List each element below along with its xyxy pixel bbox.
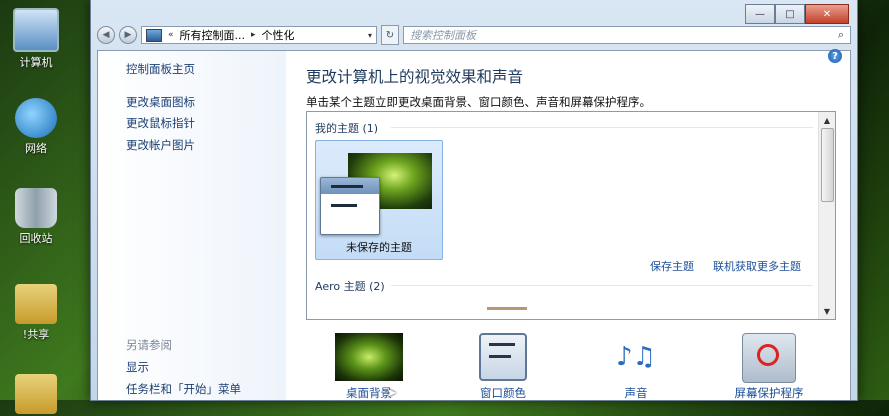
aero-theme-thumbnail-peek bbox=[487, 307, 527, 310]
folder-shortcut-icon bbox=[15, 284, 57, 324]
recycle-bin-icon bbox=[15, 188, 57, 228]
search-placeholder: 搜索控制面板 bbox=[410, 29, 476, 42]
my-themes-group-label: 我的主题 (1) bbox=[315, 122, 379, 135]
change-mouse-pointers-link[interactable]: 更改鼠标指针 bbox=[126, 115, 195, 131]
sound-notes-icon: ♪♫ bbox=[616, 342, 656, 372]
breadcrumb-overflow[interactable]: « bbox=[168, 30, 174, 40]
desktop-icon-label: !共享 bbox=[22, 328, 50, 341]
search-input[interactable]: 搜索控制面板 ⌕ bbox=[403, 26, 851, 44]
theme-list-scrollbar[interactable]: ▲ ▼ bbox=[818, 112, 835, 319]
mouse-cursor-icon: ➤ bbox=[386, 386, 397, 401]
change-account-picture-link[interactable]: 更改帐户图片 bbox=[126, 137, 195, 153]
control-panel-home-link[interactable]: 控制面板主页 bbox=[126, 61, 195, 77]
address-dropdown-icon[interactable]: ▾ bbox=[368, 31, 372, 40]
scrollbar-thumb[interactable] bbox=[821, 128, 834, 202]
group-divider bbox=[391, 285, 813, 286]
page-subtitle: 单击某个主题立即更改桌面背景、窗口颜色、声音和屏幕保护程序。 bbox=[306, 95, 651, 109]
desktop-icon-recycle-bin[interactable]: 回收站 bbox=[8, 188, 64, 246]
left-pane: 控制面板主页 更改桌面图标 更改鼠标指针 更改帐户图片 另请参阅 显示 任务栏和… bbox=[98, 51, 286, 400]
desktop-background-button[interactable]: 桌面背景 bbox=[319, 333, 419, 400]
screen-saver-button[interactable]: 屏幕保护程序 bbox=[719, 333, 819, 400]
theme-tile-unsaved[interactable]: 未保存的主题 bbox=[315, 140, 443, 260]
save-theme-link[interactable]: 保存主题 bbox=[650, 258, 694, 274]
desktop-background-icon bbox=[335, 333, 403, 381]
close-button[interactable]: ✕ bbox=[805, 4, 849, 24]
desktop-icon-network[interactable]: 网络 bbox=[8, 98, 64, 156]
desktop-icon-share[interactable]: !共享 bbox=[8, 284, 64, 342]
personalization-window: — □ ✕ ◀ ▶ « 所有控制面... ▸ 个性化 ▾ ↻ 搜索控制面板 ⌕ … bbox=[90, 0, 858, 401]
scroll-down-icon[interactable]: ▼ bbox=[819, 303, 835, 319]
help-icon[interactable]: ? bbox=[828, 49, 842, 63]
scroll-up-icon[interactable]: ▲ bbox=[819, 112, 835, 128]
display-link[interactable]: 显示 bbox=[126, 359, 149, 375]
sounds-label: 声音 bbox=[624, 386, 648, 400]
sounds-button[interactable]: ♪♫ 声音 bbox=[586, 333, 686, 400]
screen-saver-label: 屏幕保护程序 bbox=[734, 386, 804, 400]
window-color-button[interactable]: 窗口颜色 bbox=[453, 333, 553, 400]
forward-button[interactable]: ▶ bbox=[119, 26, 137, 44]
desktop-background-label: 桌面背景 bbox=[346, 386, 392, 400]
breadcrumb-separator-icon[interactable]: ▸ bbox=[251, 30, 256, 40]
caption-buttons: — □ ✕ bbox=[745, 4, 849, 24]
desktop-icon-label: 网络 bbox=[25, 142, 47, 155]
theme-name: 未保存的主题 bbox=[346, 241, 412, 254]
window-color-icon bbox=[479, 333, 527, 381]
refresh-button[interactable]: ↻ bbox=[381, 25, 399, 45]
network-icon bbox=[15, 98, 57, 138]
address-bar[interactable]: « 所有控制面... ▸ 个性化 ▾ bbox=[141, 26, 377, 44]
folder-icon bbox=[15, 374, 57, 414]
back-button[interactable]: ◀ bbox=[97, 26, 115, 44]
window-color-label: 窗口颜色 bbox=[480, 386, 526, 400]
screen-saver-icon bbox=[742, 333, 796, 383]
breadcrumb-personalization[interactable]: 个性化 bbox=[262, 27, 295, 43]
taskbar-start-menu-link[interactable]: 任务栏和「开始」菜单 bbox=[126, 381, 241, 397]
desktop-icon-folder[interactable] bbox=[8, 374, 64, 416]
navigation-bar: ◀ ▶ « 所有控制面... ▸ 个性化 ▾ ↻ 搜索控制面板 ⌕ bbox=[97, 24, 851, 46]
client-area: 控制面板主页 更改桌面图标 更改鼠标指针 更改帐户图片 另请参阅 显示 任务栏和… bbox=[97, 49, 851, 400]
see-also-heading: 另请参阅 bbox=[126, 338, 172, 352]
change-desktop-icons-link[interactable]: 更改桌面图标 bbox=[126, 94, 195, 110]
computer-icon bbox=[13, 8, 59, 52]
theme-list: 我的主题 (1) 未保存的主题 保存主题 联机获取更多主题 Aero 主题 (2… bbox=[306, 111, 836, 320]
minimize-button[interactable]: — bbox=[745, 4, 775, 24]
page-title: 更改计算机上的视觉效果和声音 bbox=[306, 68, 524, 86]
search-icon[interactable]: ⌕ bbox=[838, 28, 844, 42]
group-divider bbox=[391, 127, 813, 128]
maximize-button[interactable]: □ bbox=[775, 4, 805, 24]
theme-window-color-preview bbox=[320, 177, 380, 235]
desktop-icon-computer[interactable]: 计算机 bbox=[8, 8, 64, 70]
desktop-icon-label: 回收站 bbox=[19, 232, 53, 245]
breadcrumb-all-control-panel[interactable]: 所有控制面... bbox=[180, 27, 246, 43]
get-more-themes-link[interactable]: 联机获取更多主题 bbox=[713, 258, 801, 274]
desktop-icon-label: 计算机 bbox=[19, 56, 53, 69]
control-panel-icon bbox=[146, 28, 162, 42]
aero-themes-group-label: Aero 主题 (2) bbox=[315, 280, 385, 293]
